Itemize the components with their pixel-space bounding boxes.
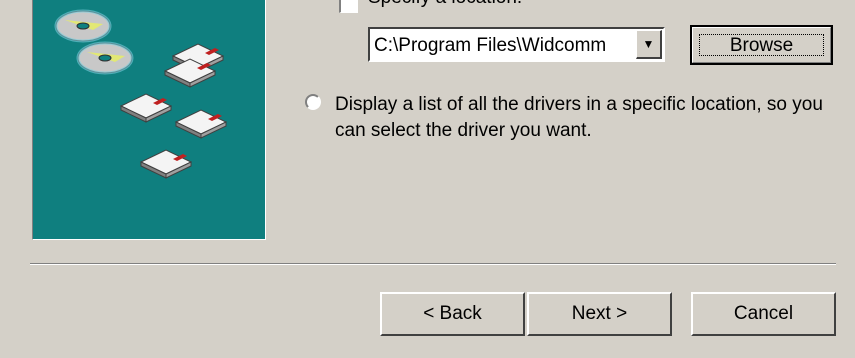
cd-icon [54,9,112,43]
cd-and-floppy-icon [54,9,228,179]
combo-dropdown-button[interactable]: ▼ [636,30,662,59]
location-combo[interactable]: C:\Program Files\Widcomm ▼ [368,27,665,62]
display-list-label[interactable]: Display a list of all the drivers in a s… [335,92,835,144]
browse-button[interactable]: Browse [690,25,833,65]
next-button[interactable]: Next > [527,292,672,336]
location-value[interactable]: C:\Program Files\Widcomm [374,35,606,57]
chevron-down-icon: ▼ [642,37,655,51]
separator-highlight [30,264,836,265]
floppy-icon [119,93,173,123]
display-list-radio[interactable] [305,94,321,110]
floppy-icon [139,149,193,179]
specify-location-checkbox[interactable] [339,0,358,13]
browse-label: Browse [729,35,794,56]
cd-icon [76,41,134,75]
back-button[interactable]: < Back [380,292,525,336]
cancel-button[interactable]: Cancel [691,292,836,336]
floppy-icon [174,109,228,139]
wizard-illustration [32,0,266,240]
specify-location-label: Specify a location: [368,0,522,9]
